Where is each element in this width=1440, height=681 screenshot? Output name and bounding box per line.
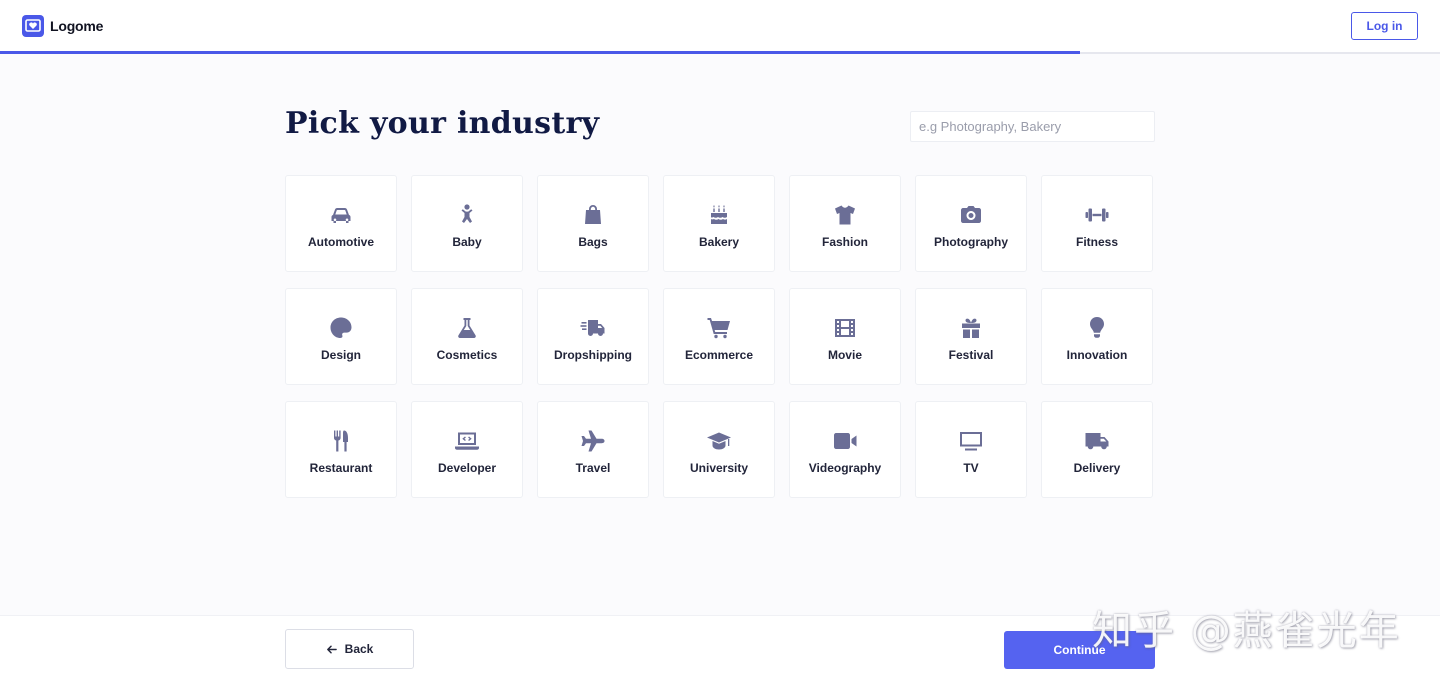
industry-card-label: Automotive <box>308 234 374 249</box>
flask-icon <box>453 314 481 342</box>
lightbulb-icon <box>1083 314 1111 342</box>
industry-card-label: Bags <box>578 234 608 249</box>
page-title: Pick your industry <box>285 106 600 141</box>
tv-icon <box>957 427 985 455</box>
industry-card-delivery[interactable]: Delivery <box>1041 401 1153 498</box>
industry-card-label: Photography <box>934 234 1008 249</box>
industry-card-developer[interactable]: Developer <box>411 401 523 498</box>
industry-card-cosmetics[interactable]: Cosmetics <box>411 288 523 385</box>
industry-card-label: Bakery <box>698 234 740 249</box>
industry-card-label: Dropshipping <box>554 347 632 362</box>
industry-card-label: Videography <box>808 460 882 475</box>
industry-card-bags[interactable]: Bags <box>537 175 649 272</box>
baby-icon <box>453 201 481 229</box>
logo-heart-icon <box>22 15 44 37</box>
palette-icon <box>327 314 355 342</box>
industry-card-label: Fitness <box>1075 234 1118 249</box>
industry-card-automotive[interactable]: Automotive <box>285 175 397 272</box>
industry-card-label: Ecommerce <box>684 347 754 362</box>
industry-card-restaurant[interactable]: Restaurant <box>285 401 397 498</box>
back-button[interactable]: Back <box>285 629 414 669</box>
tshirt-icon <box>831 201 859 229</box>
industry-card-festival[interactable]: Festival <box>915 288 1027 385</box>
industry-search-input[interactable] <box>910 111 1155 142</box>
laptop-code-icon <box>453 427 481 455</box>
industry-card-label: University <box>689 460 749 475</box>
industry-card-tv[interactable]: TV <box>915 401 1027 498</box>
login-button[interactable]: Log in <box>1351 12 1418 40</box>
industry-card-innovation[interactable]: Innovation <box>1041 288 1153 385</box>
car-icon <box>327 201 355 229</box>
industry-card-label: Fashion <box>821 234 868 249</box>
camera-icon <box>957 201 985 229</box>
truck-icon <box>1083 427 1111 455</box>
industry-card-photography[interactable]: Photography <box>915 175 1027 272</box>
industry-card-label: Baby <box>452 234 482 249</box>
graduation-cap-icon <box>705 427 733 455</box>
industry-card-label: Festival <box>948 347 994 362</box>
industry-card-label: Travel <box>575 460 611 475</box>
industry-card-label: Innovation <box>1066 347 1128 362</box>
industry-card-videography[interactable]: Videography <box>789 401 901 498</box>
industry-grid: Automotive Baby Bags Bakery Fashion Photograp… <box>285 175 1155 498</box>
brand-logo[interactable]: Logome <box>22 15 103 37</box>
industry-card-label: Movie <box>827 347 862 362</box>
progress-bar-fill <box>0 51 1080 54</box>
industry-card-label: Restaurant <box>309 460 373 475</box>
shipping-fast-icon <box>579 314 607 342</box>
industry-card-dropshipping[interactable]: Dropshipping <box>537 288 649 385</box>
arrow-left-icon <box>326 645 337 653</box>
industry-card-label: Design <box>320 347 361 362</box>
bag-icon <box>579 201 607 229</box>
industry-card-fitness[interactable]: Fitness <box>1041 175 1153 272</box>
industry-card-travel[interactable]: Travel <box>537 401 649 498</box>
gift-icon <box>957 314 985 342</box>
dumbbell-icon <box>1083 201 1111 229</box>
industry-card-label: Cosmetics <box>436 347 498 362</box>
industry-card-label: TV <box>963 460 979 475</box>
industry-card-ecommerce[interactable]: Ecommerce <box>663 288 775 385</box>
industry-card-label: Delivery <box>1073 460 1121 475</box>
progress-bar <box>0 51 1440 54</box>
top-bar: Logome Log in <box>0 0 1440 54</box>
plane-icon <box>579 427 607 455</box>
utensils-icon <box>327 427 355 455</box>
cake-icon <box>705 201 733 229</box>
industry-card-baby[interactable]: Baby <box>411 175 523 272</box>
shopping-cart-icon <box>705 314 733 342</box>
continue-button[interactable]: Continue <box>1004 631 1155 669</box>
footer-bar <box>0 615 1440 681</box>
industry-card-design[interactable]: Design <box>285 288 397 385</box>
back-button-label: Back <box>344 642 374 656</box>
industry-card-movie[interactable]: Movie <box>789 288 901 385</box>
brand-name: Logome <box>50 18 104 34</box>
industry-card-label: Developer <box>437 460 497 475</box>
industry-card-bakery[interactable]: Bakery <box>663 175 775 272</box>
film-icon <box>831 314 859 342</box>
video-camera-icon <box>831 427 859 455</box>
industry-card-university[interactable]: University <box>663 401 775 498</box>
industry-card-fashion[interactable]: Fashion <box>789 175 901 272</box>
